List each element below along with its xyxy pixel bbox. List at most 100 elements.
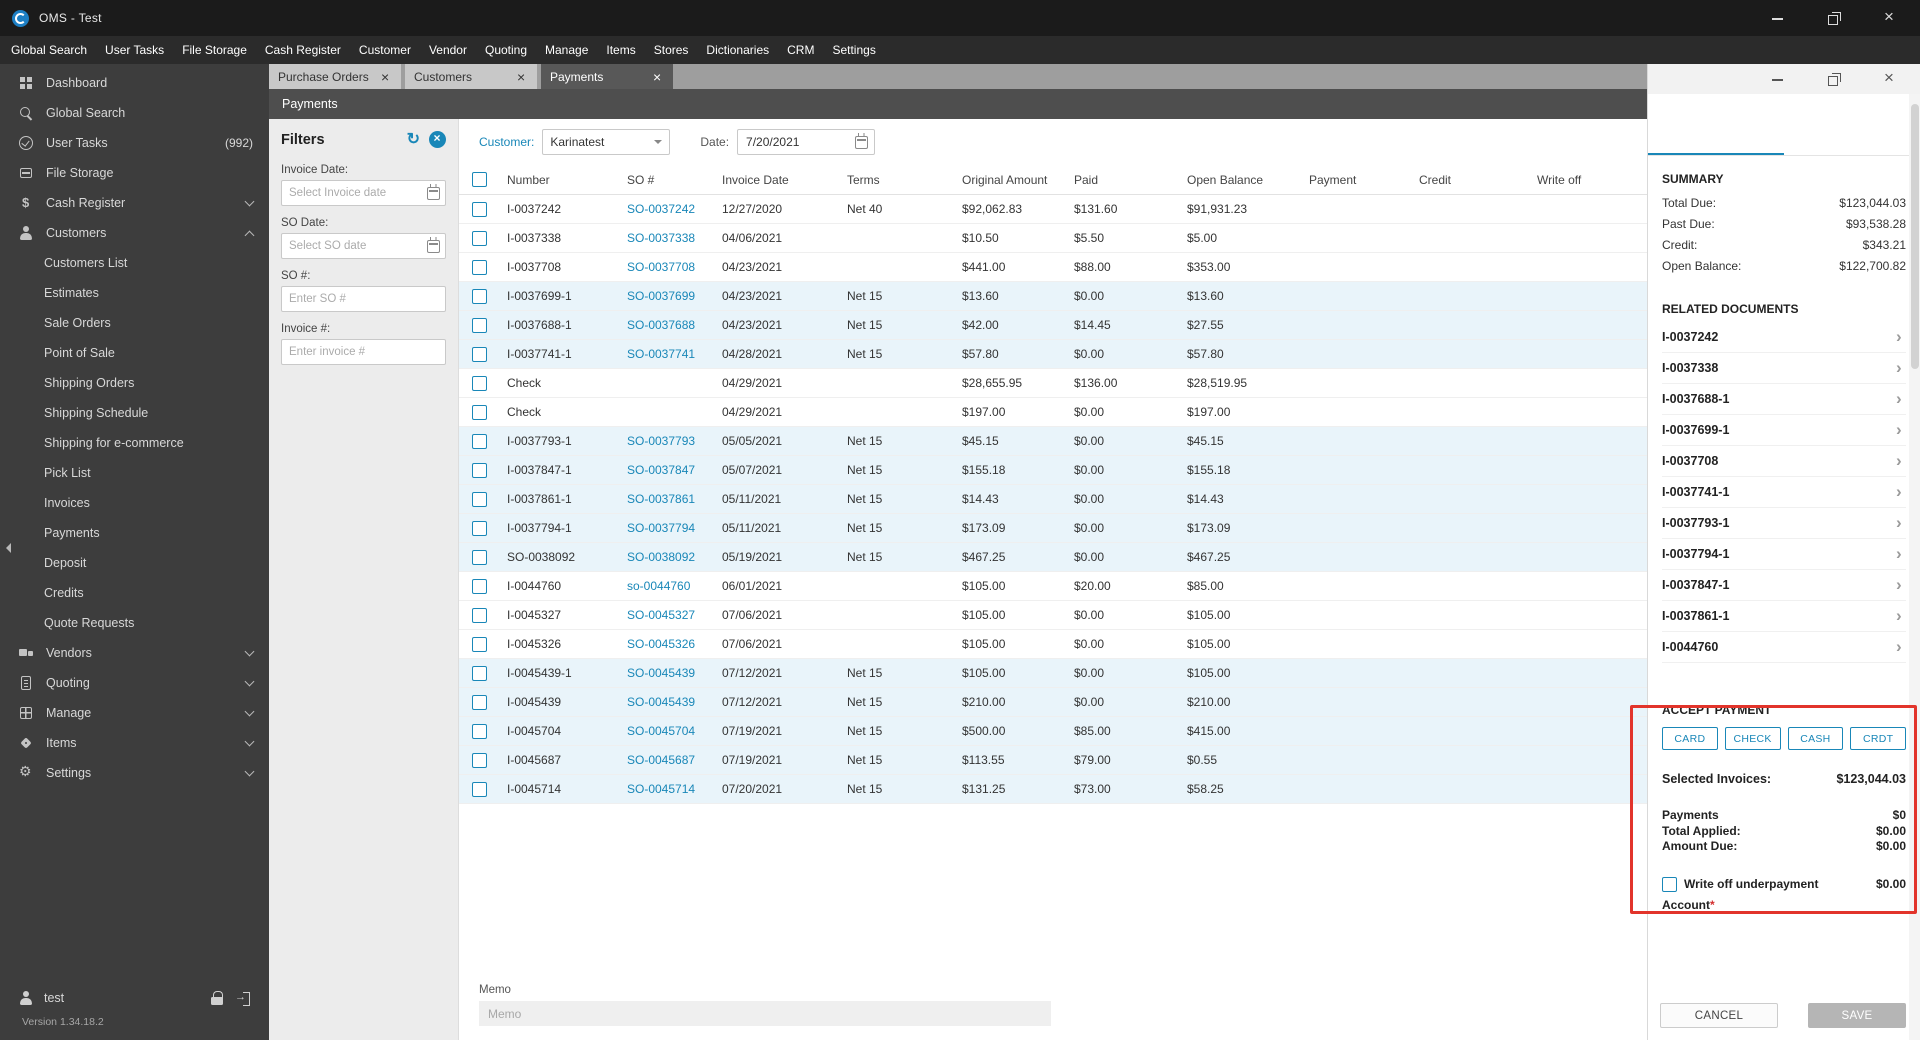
sidebar-item[interactable]: Shipping Orders — [0, 368, 269, 398]
related-document-item[interactable]: I-0037861-1 — [1662, 601, 1906, 632]
cell-so-link[interactable]: SO-0045714 — [619, 782, 714, 796]
row-checkbox[interactable] — [471, 462, 487, 478]
filter-input[interactable] — [281, 233, 446, 259]
table-row[interactable]: I-0044760 so-0044760 06/01/2021 $105.00 … — [459, 572, 1647, 601]
cell-so-link[interactable]: SO-0037708 — [619, 260, 714, 274]
row-checkbox[interactable] — [471, 636, 487, 652]
row-checkbox[interactable] — [471, 317, 487, 333]
cell-so-link[interactable]: SO-0037242 — [619, 202, 714, 216]
cell-so-link[interactable]: SO-0045704 — [619, 724, 714, 738]
row-checkbox[interactable] — [471, 520, 487, 536]
menu-item[interactable]: User Tasks — [96, 36, 173, 64]
cell-so-link[interactable]: SO-0045327 — [619, 608, 714, 622]
cell-so-link[interactable]: SO-0037793 — [619, 434, 714, 448]
sidebar-collapse-icon[interactable] — [1, 543, 11, 553]
row-checkbox[interactable] — [471, 346, 487, 362]
clear-filters-icon[interactable] — [429, 131, 446, 148]
related-document-item[interactable]: I-0037741-1 — [1662, 477, 1906, 508]
lock-icon[interactable] — [209, 990, 225, 1006]
refresh-icon[interactable] — [407, 132, 420, 148]
panel-tab[interactable] — [1648, 128, 1784, 155]
row-checkbox[interactable] — [471, 259, 487, 275]
menu-item[interactable]: CRM — [778, 36, 823, 64]
row-checkbox[interactable] — [471, 694, 487, 710]
table-row[interactable]: I-0045687 SO-0045687 07/19/2021 Net 15 $… — [459, 746, 1647, 775]
table-row[interactable]: I-0037242 SO-0037242 12/27/2020 Net 40 $… — [459, 195, 1647, 224]
cell-so-link[interactable]: SO-0037861 — [619, 492, 714, 506]
table-row[interactable]: I-0037847-1 SO-0037847 05/07/2021 Net 15… — [459, 456, 1647, 485]
document-tab[interactable]: Purchase Orders — [269, 64, 401, 89]
table-row[interactable]: I-0045326 SO-0045326 07/06/2021 $105.00 … — [459, 630, 1647, 659]
cancel-button[interactable]: CANCEL — [1660, 1003, 1778, 1028]
close-icon[interactable] — [1882, 68, 1898, 88]
calendar-icon[interactable] — [855, 132, 869, 149]
row-checkbox[interactable] — [471, 433, 487, 449]
memo-input[interactable] — [479, 1001, 1051, 1026]
row-checkbox[interactable] — [471, 230, 487, 246]
table-row[interactable]: I-0045439-1 SO-0045439 07/12/2021 Net 15… — [459, 659, 1647, 688]
close-icon[interactable] — [1882, 7, 1898, 27]
filter-input[interactable] — [281, 286, 446, 312]
select-all-checkbox[interactable] — [471, 172, 487, 187]
maximize-icon[interactable] — [1826, 10, 1842, 26]
sidebar-item[interactable]: User Tasks (992) — [0, 128, 269, 158]
table-row[interactable]: I-0037793-1 SO-0037793 05/05/2021 Net 15… — [459, 427, 1647, 456]
sidebar-item[interactable]: Manage — [0, 698, 269, 728]
row-checkbox[interactable] — [471, 549, 487, 565]
table-row[interactable]: I-0045704 SO-0045704 07/19/2021 Net 15 $… — [459, 717, 1647, 746]
row-checkbox[interactable] — [471, 752, 487, 768]
payment-method-button[interactable]: CASH — [1787, 727, 1844, 750]
cell-so-link[interactable]: SO-0037699 — [619, 289, 714, 303]
row-checkbox[interactable] — [471, 404, 487, 420]
table-row[interactable]: I-0037338 SO-0037338 04/06/2021 $10.50 $… — [459, 224, 1647, 253]
row-checkbox[interactable] — [471, 607, 487, 623]
sidebar-item[interactable]: Settings — [0, 758, 269, 788]
cell-so-link[interactable]: SO-0037741 — [619, 347, 714, 361]
related-document-item[interactable]: I-0037793-1 — [1662, 508, 1906, 539]
related-document-item[interactable]: I-0037688-1 — [1662, 384, 1906, 415]
menu-item[interactable]: Dictionaries — [697, 36, 778, 64]
table-row[interactable]: Check 04/29/2021 $28,655.95 $136.00 $28,… — [459, 369, 1647, 398]
tab-close-icon[interactable] — [652, 69, 664, 85]
panel-scrollbar[interactable] — [1909, 94, 1920, 1040]
table-row[interactable]: I-0037699-1 SO-0037699 04/23/2021 Net 15… — [459, 282, 1647, 311]
menu-item[interactable]: Vendor — [420, 36, 476, 64]
menu-item[interactable]: File Storage — [173, 36, 256, 64]
cell-so-link[interactable]: SO-0045687 — [619, 753, 714, 767]
menu-item[interactable]: Manage — [536, 36, 597, 64]
sidebar-item[interactable]: Pick List — [0, 458, 269, 488]
payment-method-button[interactable]: CRDT — [1850, 727, 1906, 750]
payment-method-button[interactable]: CHECK — [1724, 727, 1781, 750]
panel-tab[interactable] — [1784, 128, 1920, 155]
sidebar-item[interactable]: Credits — [0, 578, 269, 608]
related-document-item[interactable]: I-0037794-1 — [1662, 539, 1906, 570]
sidebar-item[interactable]: Customers List — [0, 248, 269, 278]
table-row[interactable]: I-0045327 SO-0045327 07/06/2021 $105.00 … — [459, 601, 1647, 630]
sidebar-item[interactable]: Quote Requests — [0, 608, 269, 638]
related-document-item[interactable]: I-0037242 — [1662, 322, 1906, 353]
minimize-icon[interactable] — [1770, 71, 1786, 87]
cell-so-link[interactable]: SO-0037338 — [619, 231, 714, 245]
sidebar-item[interactable]: Vendors — [0, 638, 269, 668]
minimize-icon[interactable] — [1770, 10, 1786, 26]
sidebar-item[interactable]: Shipping for e-commerce — [0, 428, 269, 458]
sidebar-item[interactable]: Dashboard — [0, 68, 269, 98]
sidebar-item[interactable]: File Storage — [0, 158, 269, 188]
related-document-item[interactable]: I-0037338 — [1662, 353, 1906, 384]
sidebar-item[interactable]: Point of Sale — [0, 338, 269, 368]
sidebar-item[interactable]: Quoting — [0, 668, 269, 698]
related-document-item[interactable]: I-0037847-1 — [1662, 570, 1906, 601]
sidebar-item[interactable]: Deposit — [0, 548, 269, 578]
menu-item[interactable]: Stores — [645, 36, 698, 64]
sidebar-item[interactable]: Cash Register — [0, 188, 269, 218]
table-row[interactable]: SO-0038092 SO-0038092 05/19/2021 Net 15 … — [459, 543, 1647, 572]
save-button[interactable]: SAVE — [1808, 1003, 1906, 1028]
menu-item[interactable]: Global Search — [2, 36, 96, 64]
restore-icon[interactable] — [1826, 71, 1842, 87]
row-checkbox[interactable] — [471, 665, 487, 681]
cell-so-link[interactable]: SO-0045326 — [619, 637, 714, 651]
menu-item[interactable]: Settings — [823, 36, 884, 64]
calendar-icon[interactable] — [427, 236, 440, 253]
cell-so-link[interactable]: SO-0038092 — [619, 550, 714, 564]
row-checkbox[interactable] — [471, 201, 487, 217]
